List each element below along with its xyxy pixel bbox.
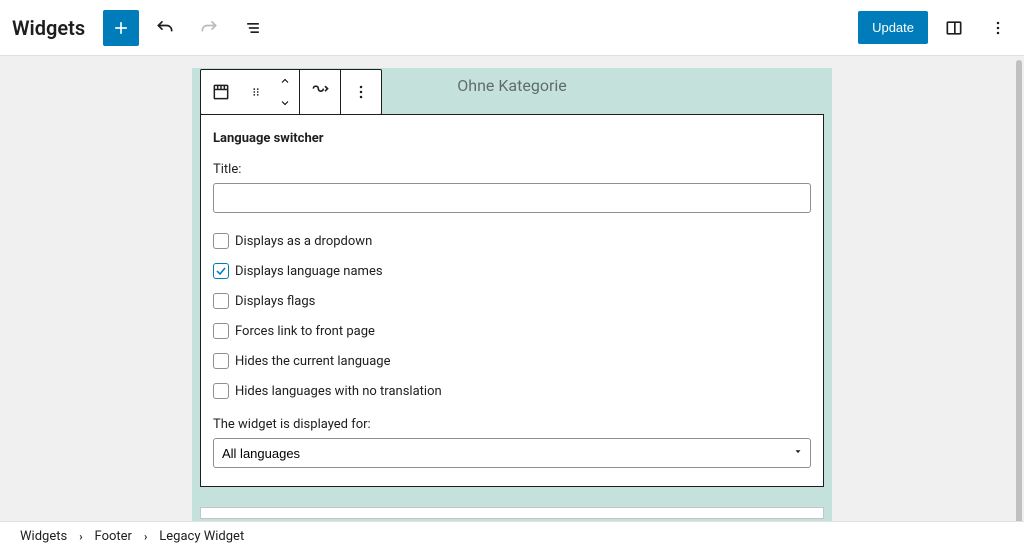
checkbox[interactable] bbox=[213, 293, 229, 309]
block-toolbar bbox=[200, 69, 382, 115]
breadcrumb-item[interactable]: Widgets bbox=[20, 529, 67, 544]
move-to-widget-area-button[interactable] bbox=[300, 70, 340, 114]
drag-icon bbox=[249, 85, 263, 99]
check-icon bbox=[215, 265, 227, 277]
page-title: Widgets bbox=[12, 16, 85, 40]
checkbox-row: Hides the current language bbox=[213, 353, 811, 369]
top-toolbar-right: Update bbox=[858, 10, 1016, 46]
displayed-for-label: The widget is displayed for: bbox=[213, 417, 811, 432]
plus-icon bbox=[111, 18, 131, 38]
kebab-icon bbox=[988, 18, 1008, 38]
widget-heading: Language switcher bbox=[213, 131, 811, 146]
sidebar-icon bbox=[944, 18, 964, 38]
previous-widget-title: Ohne Kategorie bbox=[457, 76, 566, 95]
checkbox-label[interactable]: Forces link to front page bbox=[235, 324, 375, 339]
breadcrumb-item[interactable]: Legacy Widget bbox=[159, 529, 244, 544]
checkbox-row: Forces link to front page bbox=[213, 323, 811, 339]
displayed-for-select[interactable]: All languages bbox=[213, 438, 811, 468]
checkbox-label[interactable]: Displays language names bbox=[235, 264, 383, 279]
legacy-widget-icon bbox=[211, 82, 231, 102]
redo-icon bbox=[199, 18, 219, 38]
checkbox[interactable] bbox=[213, 323, 229, 339]
drag-handle[interactable] bbox=[241, 70, 271, 114]
move-up-button[interactable] bbox=[271, 70, 299, 92]
add-block-button[interactable] bbox=[103, 10, 139, 46]
checkbox-row: Displays as a dropdown bbox=[213, 233, 811, 249]
settings-panel-toggle[interactable] bbox=[936, 10, 972, 46]
chevron-right-icon: › bbox=[79, 530, 82, 543]
breadcrumb: Widgets › Footer › Legacy Widget bbox=[0, 521, 1024, 551]
block-type-button[interactable] bbox=[201, 70, 241, 114]
move-to-icon bbox=[310, 82, 330, 102]
checkbox[interactable] bbox=[213, 233, 229, 249]
checkbox[interactable] bbox=[213, 353, 229, 369]
checkbox-row: Hides languages with no translation bbox=[213, 383, 811, 399]
checkbox-row: Displays flags bbox=[213, 293, 811, 309]
legacy-widget-form: Language switcher Title: Displays as a d… bbox=[200, 114, 824, 487]
checkbox-label[interactable]: Hides languages with no translation bbox=[235, 384, 442, 399]
checkbox-row: Displays language names bbox=[213, 263, 811, 279]
checkbox-label[interactable]: Displays flags bbox=[235, 294, 315, 309]
chevron-up-icon bbox=[279, 75, 291, 87]
title-input[interactable] bbox=[213, 183, 811, 213]
checkbox[interactable] bbox=[213, 263, 229, 279]
list-view-button[interactable] bbox=[235, 10, 271, 46]
checkbox-label[interactable]: Hides the current language bbox=[235, 354, 390, 369]
list-view-icon bbox=[243, 18, 263, 38]
title-label: Title: bbox=[213, 162, 811, 177]
move-down-button[interactable] bbox=[271, 92, 299, 114]
breadcrumb-item[interactable]: Footer bbox=[95, 529, 132, 544]
redo-button bbox=[191, 10, 227, 46]
update-button[interactable]: Update bbox=[858, 11, 928, 44]
editor-canvas: Ohne Kategorie bbox=[0, 56, 1024, 521]
checkbox[interactable] bbox=[213, 383, 229, 399]
next-widget-placeholder bbox=[200, 507, 824, 519]
block-mover bbox=[271, 70, 299, 114]
chevron-right-icon: › bbox=[144, 530, 147, 543]
undo-button[interactable] bbox=[147, 10, 183, 46]
more-menu-button[interactable] bbox=[980, 10, 1016, 46]
undo-icon bbox=[155, 18, 175, 38]
kebab-icon bbox=[351, 82, 371, 102]
top-toolbar-left: Widgets bbox=[12, 10, 271, 46]
chevron-down-icon bbox=[279, 97, 291, 109]
top-toolbar: Widgets Update bbox=[0, 0, 1024, 56]
scrollbar[interactable] bbox=[1014, 56, 1022, 521]
checkbox-label[interactable]: Displays as a dropdown bbox=[235, 234, 372, 249]
block-options-button[interactable] bbox=[341, 70, 381, 114]
widget-area: Ohne Kategorie bbox=[192, 68, 832, 521]
